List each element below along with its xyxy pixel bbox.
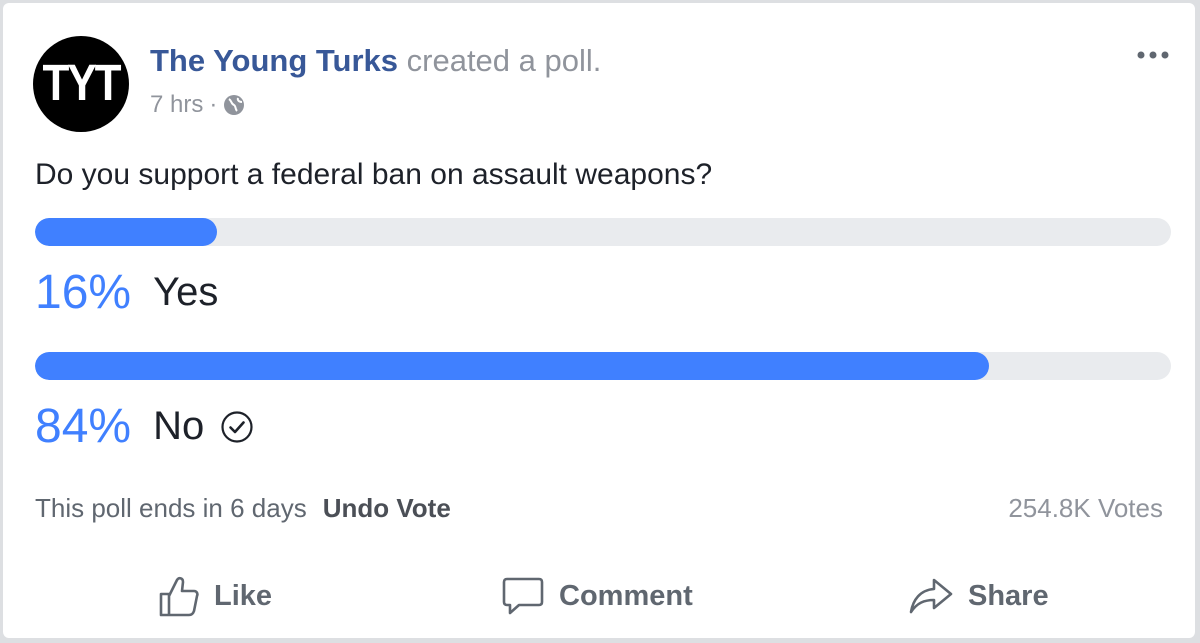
comment-button[interactable]: Comment [501, 563, 693, 629]
post-action-text: created a poll. [406, 43, 602, 78]
post-meta: 7 hrs · [150, 91, 245, 119]
comment-icon [502, 577, 544, 615]
action-bar: Like Comment Share [3, 563, 1195, 629]
poll-post-card: TYT The Young Turks created a poll. 7 hr… [3, 3, 1195, 638]
vote-count[interactable]: 254.8K Votes [1008, 493, 1163, 524]
comment-label: Comment [559, 579, 693, 612]
avatar-logo-text: TYT [42, 55, 121, 112]
post-headline: The Young Turks created a poll. [150, 43, 601, 79]
author-link[interactable]: The Young Turks [150, 43, 398, 78]
poll-question: Do you support a federal ban on assault … [35, 158, 713, 191]
poll-option-yes-percent: 16% [35, 266, 132, 319]
poll-option-no-label: No [153, 404, 205, 448]
poll-option-yes-fill [35, 218, 217, 246]
globe-icon[interactable] [223, 94, 245, 116]
poll-option-no-percent: 84% [35, 400, 132, 453]
meta-separator: · [209, 91, 218, 118]
undo-vote-link[interactable]: Undo Vote [323, 493, 451, 524]
like-label: Like [214, 579, 273, 612]
poll-option-no-bar[interactable] [35, 352, 1171, 380]
share-label: Share [968, 579, 1049, 612]
like-icon [159, 576, 199, 617]
poll-end-text: This poll ends in 6 days [35, 493, 307, 523]
poll-option-yes-label: Yes [153, 270, 219, 314]
timestamp[interactable]: 7 hrs [150, 91, 203, 119]
poll-option-yes-bar[interactable] [35, 218, 1171, 246]
share-button[interactable]: Share [908, 563, 1049, 629]
poll-footer: This poll ends in 6 days Undo Vote [35, 493, 451, 524]
avatar[interactable]: TYT [33, 36, 129, 132]
poll-option-no[interactable]: 84% No [35, 399, 254, 454]
share-icon [909, 578, 953, 614]
more-options-icon[interactable] [1135, 37, 1171, 73]
voted-check-icon [220, 410, 254, 444]
like-button[interactable]: Like [158, 563, 272, 629]
poll-option-yes[interactable]: 16% Yes [35, 265, 218, 320]
poll-option-no-fill [35, 352, 990, 380]
